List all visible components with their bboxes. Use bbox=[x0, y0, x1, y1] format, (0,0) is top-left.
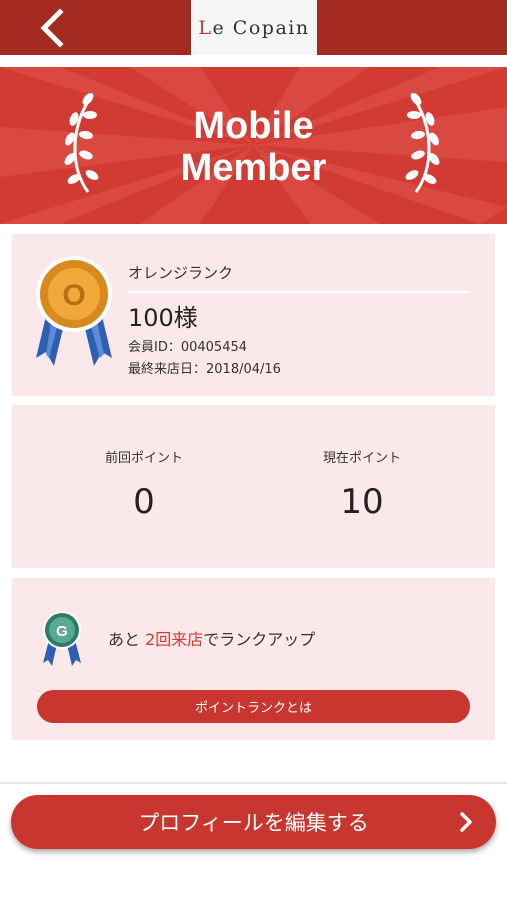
previous-points: 前回ポイント 0 bbox=[44, 447, 244, 522]
rankup-message: あと 2回来店でランクアップ bbox=[108, 630, 316, 649]
edit-profile-button[interactable]: プロフィールを編集する bbox=[11, 795, 496, 849]
previous-points-value: 0 bbox=[133, 482, 155, 522]
laurel-icon bbox=[405, 93, 440, 193]
divider bbox=[0, 782, 507, 784]
orange-rank-medal-icon: O bbox=[36, 256, 112, 366]
green-rank-medal-icon: G bbox=[43, 611, 81, 666]
rankup-visits-highlight: 2回来店 bbox=[145, 630, 204, 649]
divider bbox=[128, 291, 470, 293]
chevron-right-icon bbox=[460, 812, 472, 832]
back-button[interactable] bbox=[30, 6, 74, 50]
app-header: Le Copain bbox=[0, 0, 507, 55]
member-info-card: O オレンジランク 100様 会員ID：00405454 最終来店日：2018/… bbox=[12, 234, 495, 396]
brand-logo-text: Le Copain bbox=[198, 16, 310, 39]
medal-letter: O bbox=[62, 279, 85, 312]
points-card: 前回ポイント 0 現在ポイント 10 bbox=[12, 405, 495, 568]
member-id: 会員ID：00405454 bbox=[128, 340, 248, 355]
next-medal-letter: G bbox=[56, 623, 68, 640]
previous-points-label: 前回ポイント bbox=[104, 451, 183, 466]
rankup-card: G あと 2回来店でランクアップ ポイントランクとは bbox=[12, 578, 495, 740]
mobile-member-banner: Mobile Member bbox=[0, 67, 507, 224]
chevron-left-icon bbox=[40, 8, 64, 48]
current-points: 現在ポイント 10 bbox=[262, 447, 462, 522]
last-visit-date: 最終来店日：2018/04/16 bbox=[128, 362, 281, 377]
brand-logo: Le Copain bbox=[191, 0, 317, 55]
current-points-value: 10 bbox=[340, 482, 384, 522]
edit-profile-label: プロフィールを編集する bbox=[138, 811, 369, 835]
current-points-label: 現在ポイント bbox=[322, 451, 401, 466]
member-name: 100様 bbox=[128, 304, 198, 332]
rank-name: オレンジランク bbox=[128, 264, 234, 282]
point-rank-info-button[interactable]: ポイントランクとは bbox=[37, 690, 470, 723]
